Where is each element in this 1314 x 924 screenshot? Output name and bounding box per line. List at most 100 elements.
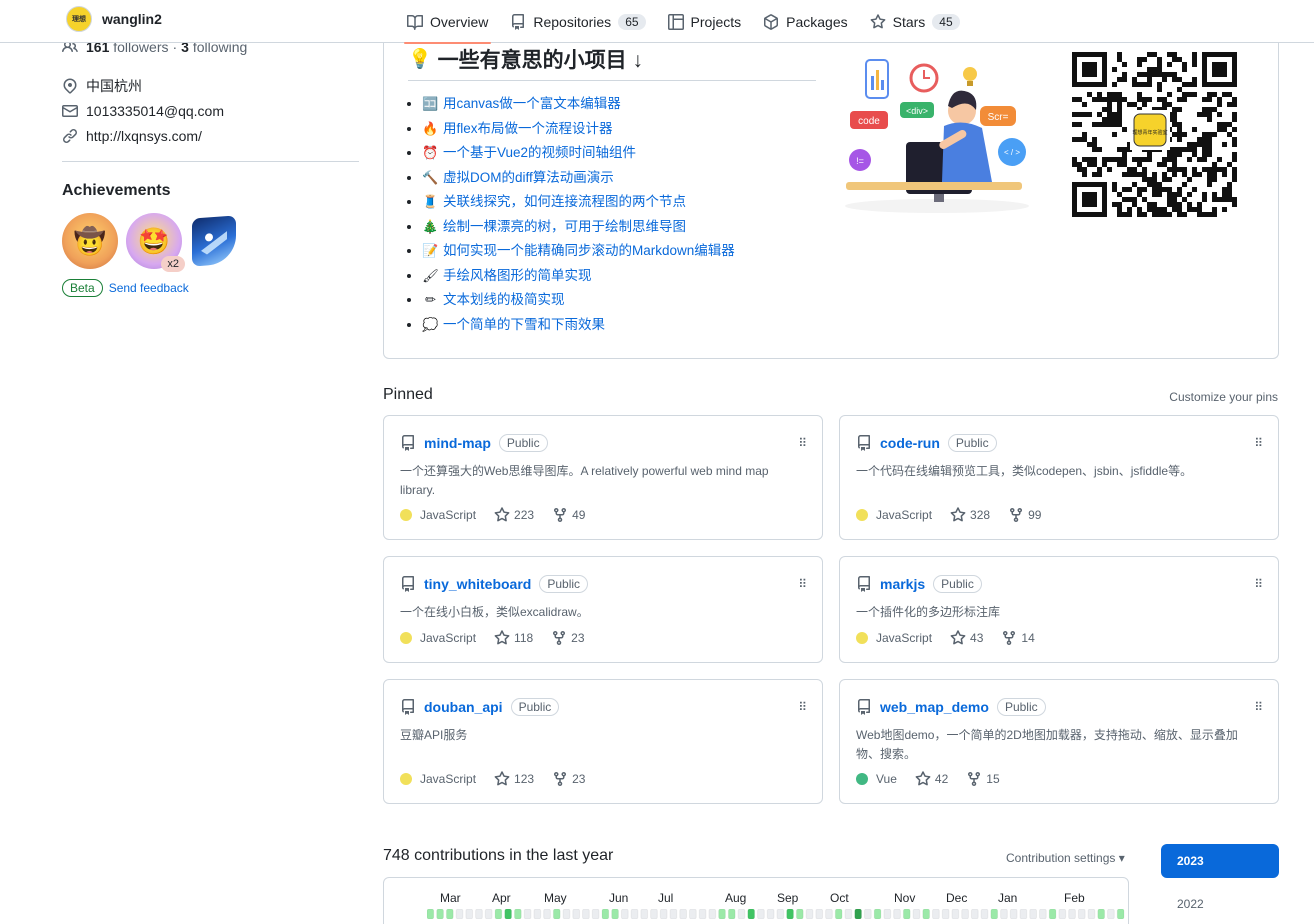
contribution-day-cell[interactable] <box>1000 909 1008 919</box>
contribution-day-cell[interactable] <box>883 909 892 919</box>
contribution-day-cell[interactable] <box>436 909 444 919</box>
send-feedback-link[interactable]: Send feedback <box>109 281 189 295</box>
tab-projects[interactable]: Projects <box>657 0 753 43</box>
contribution-day-cell[interactable] <box>902 909 911 919</box>
contribution-day-cell[interactable] <box>727 909 736 919</box>
contribution-day-cell[interactable] <box>679 909 687 919</box>
achievement-badge-cowboy[interactable]: 🤠 <box>62 213 118 269</box>
repo-forks-link[interactable]: 15 <box>966 771 1000 787</box>
contribution-day-cell[interactable] <box>970 909 979 919</box>
repo-stars-link[interactable]: 123 <box>494 771 534 787</box>
contribution-day-cell[interactable] <box>786 909 794 919</box>
avatar[interactable]: 理想 <box>66 6 92 32</box>
project-link[interactable]: 用flex布局做一个流程设计器 <box>443 121 613 136</box>
repo-forks-link[interactable]: 23 <box>552 771 585 787</box>
contribution-day-cell[interactable] <box>533 909 542 919</box>
contribution-day-cell[interactable] <box>659 909 668 919</box>
contribution-day-cell[interactable] <box>611 909 619 919</box>
contribution-day-cell[interactable] <box>689 909 697 919</box>
contribution-day-cell[interactable] <box>1107 909 1115 919</box>
contribution-day-cell[interactable] <box>1077 909 1086 919</box>
project-link[interactable]: 用canvas做一个富文本编辑器 <box>443 96 621 111</box>
project-link[interactable]: 文本划线的极简实现 <box>443 292 565 307</box>
contribution-day-cell[interactable] <box>912 909 921 919</box>
contribution-day-cell[interactable] <box>873 909 882 919</box>
contribution-day-cell[interactable] <box>766 909 775 919</box>
contribution-day-cell[interactable] <box>1097 909 1106 919</box>
repo-forks-link[interactable]: 99 <box>1008 507 1041 523</box>
contribution-settings-dropdown[interactable]: Contribution settings ▾ <box>1006 851 1125 865</box>
contribution-day-cell[interactable] <box>1009 909 1018 919</box>
repo-name-link[interactable]: mind-map <box>424 435 491 451</box>
customize-pins-link[interactable]: Customize your pins <box>1169 390 1278 404</box>
achievement-badge-star-struck[interactable]: 🤩 x2 <box>126 213 185 272</box>
drag-handle-icon[interactable]: ⠿ <box>798 436 807 450</box>
project-link[interactable]: 绘制一棵漂亮的树，可用于绘制思维导图 <box>443 219 686 234</box>
contribution-day-cell[interactable] <box>776 909 785 919</box>
username[interactable]: wanglin2 <box>102 11 162 27</box>
contribution-day-cell[interactable] <box>757 909 765 919</box>
contribution-day-cell[interactable] <box>844 909 853 919</box>
repo-name-link[interactable]: web_map_demo <box>880 699 989 715</box>
tab-stars[interactable]: Stars 45 <box>859 0 971 43</box>
tab-overview[interactable]: Overview <box>396 0 499 44</box>
contribution-day-cell[interactable] <box>562 909 571 919</box>
repo-name-link[interactable]: code-run <box>880 435 940 451</box>
website-link[interactable]: http://lxqnsys.com/ <box>86 128 202 144</box>
profile-brand[interactable]: 理想 wanglin2 <box>66 6 162 32</box>
contribution-day-cell[interactable] <box>1019 909 1028 919</box>
contribution-day-cell[interactable] <box>494 909 503 919</box>
contribution-day-cell[interactable] <box>825 909 833 919</box>
repo-stars-link[interactable]: 42 <box>915 771 948 787</box>
repo-name-link[interactable]: markjs <box>880 576 925 592</box>
contribution-day-cell[interactable] <box>951 909 960 919</box>
contribution-day-cell[interactable] <box>698 909 707 919</box>
contribution-day-cell[interactable] <box>1029 909 1037 919</box>
contribution-day-cell[interactable] <box>620 909 629 919</box>
achievement-badge-arctic[interactable] <box>192 215 236 267</box>
project-link[interactable]: 一个简单的下雪和下雨效果 <box>443 317 605 332</box>
contribution-day-cell[interactable] <box>854 909 862 919</box>
email-link[interactable]: 1013335014@qq.com <box>86 103 224 119</box>
contribution-day-cell[interactable] <box>572 909 581 919</box>
contribution-day-cell[interactable] <box>475 909 483 919</box>
contribution-day-cell[interactable] <box>893 909 901 919</box>
contribution-day-cell[interactable] <box>591 909 600 919</box>
project-link[interactable]: 关联线探究，如何连接流程图的两个节点 <box>443 194 686 209</box>
drag-handle-icon[interactable]: ⠿ <box>798 700 807 714</box>
contribution-day-cell[interactable] <box>523 909 532 919</box>
contribution-day-cell[interactable] <box>961 909 969 919</box>
contribution-day-cell[interactable] <box>465 909 474 919</box>
contribution-day-cell[interactable] <box>1068 909 1076 919</box>
contribution-day-cell[interactable] <box>932 909 940 919</box>
project-link[interactable]: 一个基于Vue2的视频时间轴组件 <box>443 145 636 160</box>
repo-name-link[interactable]: douban_api <box>424 699 503 715</box>
tab-packages[interactable]: Packages <box>752 0 858 43</box>
contribution-day-cell[interactable] <box>815 909 824 919</box>
contribution-day-cell[interactable] <box>1058 909 1067 919</box>
year-button-2023[interactable]: 2023 <box>1161 844 1279 878</box>
contribution-day-cell[interactable] <box>484 909 493 919</box>
contribution-day-cell[interactable] <box>1039 909 1047 919</box>
project-link[interactable]: 如何实现一个能精确同步滚动的Markdown编辑器 <box>443 243 735 258</box>
contribution-day-cell[interactable] <box>834 909 843 919</box>
contribution-day-cell[interactable] <box>455 909 464 919</box>
contribution-day-cell[interactable] <box>514 909 522 919</box>
tab-repositories[interactable]: Repositories 65 <box>499 0 656 43</box>
contribution-day-cell[interactable] <box>980 909 989 919</box>
drag-handle-icon[interactable]: ⠿ <box>798 577 807 591</box>
contribution-day-cell[interactable] <box>1048 909 1057 919</box>
contribution-day-cell[interactable] <box>795 909 804 919</box>
repo-stars-link[interactable]: 43 <box>950 630 983 646</box>
repo-name-link[interactable]: tiny_whiteboard <box>424 576 531 592</box>
contribution-day-cell[interactable] <box>630 909 639 919</box>
contribution-day-cell[interactable] <box>427 909 435 919</box>
contribution-day-cell[interactable] <box>1116 909 1125 919</box>
project-link[interactable]: 虚拟DOM的diff算法动画演示 <box>443 170 614 185</box>
contribution-day-cell[interactable] <box>543 909 551 919</box>
project-link[interactable]: 手绘风格图形的简单实现 <box>443 268 592 283</box>
contribution-day-cell[interactable] <box>805 909 814 919</box>
contribution-day-cell[interactable] <box>650 909 658 919</box>
contribution-day-cell[interactable] <box>922 909 931 919</box>
contribution-day-cell[interactable] <box>747 909 756 919</box>
